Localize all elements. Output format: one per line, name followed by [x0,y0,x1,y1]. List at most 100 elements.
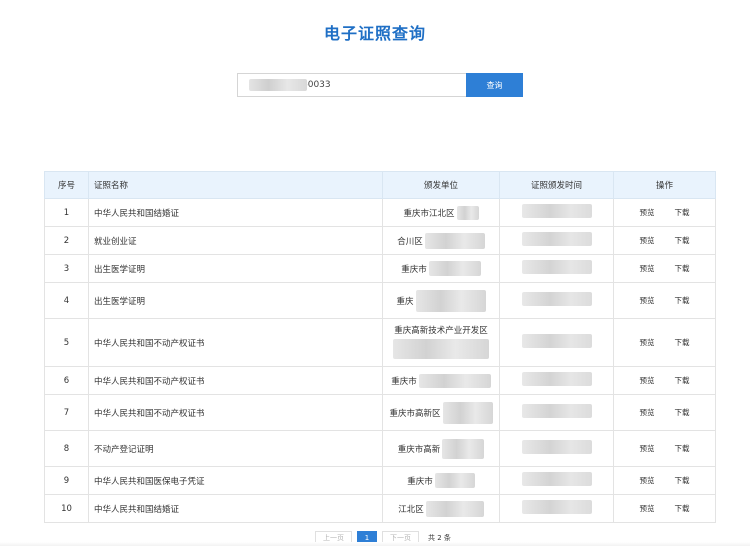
redacted-time [521,334,592,348]
bottom-shadow [0,542,750,546]
redacted-unit [415,289,486,312]
row-name: 中华人民共和国不动产权证书 [88,394,383,431]
redacted-time [521,232,592,246]
row-time [499,318,614,367]
preview-link[interactable]: 预览 [640,443,655,454]
preview-link[interactable]: 预览 [640,263,655,274]
row-time [499,466,614,495]
download-link[interactable]: 下载 [675,407,690,418]
row-seq: 7 [44,394,89,431]
table-row: 9 中华人民共和国医保电子凭证 重庆市 预览 下载 [44,466,716,495]
preview-link[interactable]: 预览 [640,207,655,218]
download-link[interactable]: 下载 [675,295,690,306]
row-unit: 重庆市江北区 [382,198,500,227]
row-unit-text: 江北区 [398,504,424,515]
row-seq: 5 [44,318,89,367]
row-name: 不动产登记证明 [88,430,383,467]
preview-link[interactable]: 预览 [640,295,655,306]
search-button[interactable]: 查询 [466,73,523,97]
row-unit-text: 合川区 [397,236,423,247]
table-row: 8 不动产登记证明 重庆市高新 预览 下载 [44,430,716,467]
redacted-unit [393,339,489,359]
row-unit: 合川区 [382,226,500,255]
row-unit: 重庆市高新 [382,430,500,467]
table-row: 1 中华人民共和国结婚证 重庆市江北区 预览 下载 [44,198,716,227]
redacted-time [521,204,592,218]
results-table: 序号 证照名称 颁发单位 证照颁发时间 操作 1 中华人民共和国结婚证 重庆市江北区… [44,171,716,523]
row-unit-text: 重庆市高新区 [389,408,441,419]
row-name: 出生医学证明 [88,254,383,283]
table-row: 6 中华人民共和国不动产权证书 重庆市 预览 下载 [44,366,716,395]
download-link[interactable]: 下载 [675,375,690,386]
table-row: 7 中华人民共和国不动产权证书 重庆市高新区 预览 下载 [44,394,716,431]
download-link[interactable]: 下载 [675,503,690,514]
row-ops: 预览 下载 [613,254,716,283]
row-unit-text: 重庆市 [391,376,417,387]
preview-link[interactable]: 预览 [640,407,655,418]
row-time [499,282,614,319]
row-ops: 预览 下载 [613,494,716,523]
row-name: 出生医学证明 [88,282,383,319]
redacted-unit [425,500,484,517]
redacted-time [521,372,592,386]
redacted-unit [442,438,485,459]
redacted-time [521,440,592,454]
row-time [499,430,614,467]
row-time [499,198,614,227]
row-time [499,254,614,283]
row-ops: 预览 下载 [613,282,716,319]
row-ops: 预览 下载 [613,394,716,431]
row-unit-text: 重庆高新技术产业开发区 [394,326,488,336]
redacted-unit [456,205,479,220]
row-seq: 2 [44,226,89,255]
search-bar: 查询 [237,73,523,97]
row-ops: 预览 下载 [613,430,716,467]
download-link[interactable]: 下载 [675,443,690,454]
download-link[interactable]: 下载 [675,475,690,486]
row-unit: 重庆市高新区 [382,394,500,431]
row-seq: 10 [44,494,89,523]
row-name: 中华人民共和国医保电子凭证 [88,466,383,495]
row-name: 中华人民共和国不动产权证书 [88,366,383,395]
row-seq: 9 [44,466,89,495]
row-unit: 重庆 [382,282,500,319]
row-seq: 3 [44,254,89,283]
header-name: 证照名称 [88,171,383,199]
table-row: 5 中华人民共和国不动产权证书 重庆高新技术产业开发区预览 下载 [44,318,716,367]
redacted-time [521,472,592,486]
header-ops: 操作 [613,171,716,199]
row-seq: 1 [44,198,89,227]
row-unit-text: 重庆市江北区 [403,208,455,219]
preview-link[interactable]: 预览 [640,475,655,486]
row-unit: 重庆高新技术产业开发区 [382,318,500,367]
row-ops: 预览 下载 [613,366,716,395]
redacted-unit [418,373,491,388]
row-unit-text: 重庆市高新 [397,444,441,455]
row-time [499,226,614,255]
row-seq: 6 [44,366,89,395]
row-unit-text: 重庆市 [401,264,427,275]
preview-link[interactable]: 预览 [640,235,655,246]
row-unit: 江北区 [382,494,500,523]
row-unit-text: 重庆市 [407,476,433,487]
download-link[interactable]: 下载 [675,207,690,218]
search-input[interactable] [237,73,467,97]
redacted-time [521,292,592,306]
preview-link[interactable]: 预览 [640,503,655,514]
row-ops: 预览 下载 [613,226,716,255]
header-seq: 序号 [44,171,89,199]
preview-link[interactable]: 预览 [640,337,655,348]
download-link[interactable]: 下载 [675,337,690,348]
header-time: 证照颁发时间 [499,171,614,199]
redacted-unit [442,401,493,424]
preview-link[interactable]: 预览 [640,375,655,386]
row-ops: 预览 下载 [613,466,716,495]
redacted-time [521,500,592,514]
redacted-unit [428,261,481,276]
row-unit: 重庆市 [382,254,500,283]
download-link[interactable]: 下载 [675,235,690,246]
row-name: 中华人民共和国不动产权证书 [88,318,383,367]
download-link[interactable]: 下载 [675,263,690,274]
table-row: 3 出生医学证明 重庆市 预览 下载 [44,254,716,283]
row-ops: 预览 下载 [613,198,716,227]
